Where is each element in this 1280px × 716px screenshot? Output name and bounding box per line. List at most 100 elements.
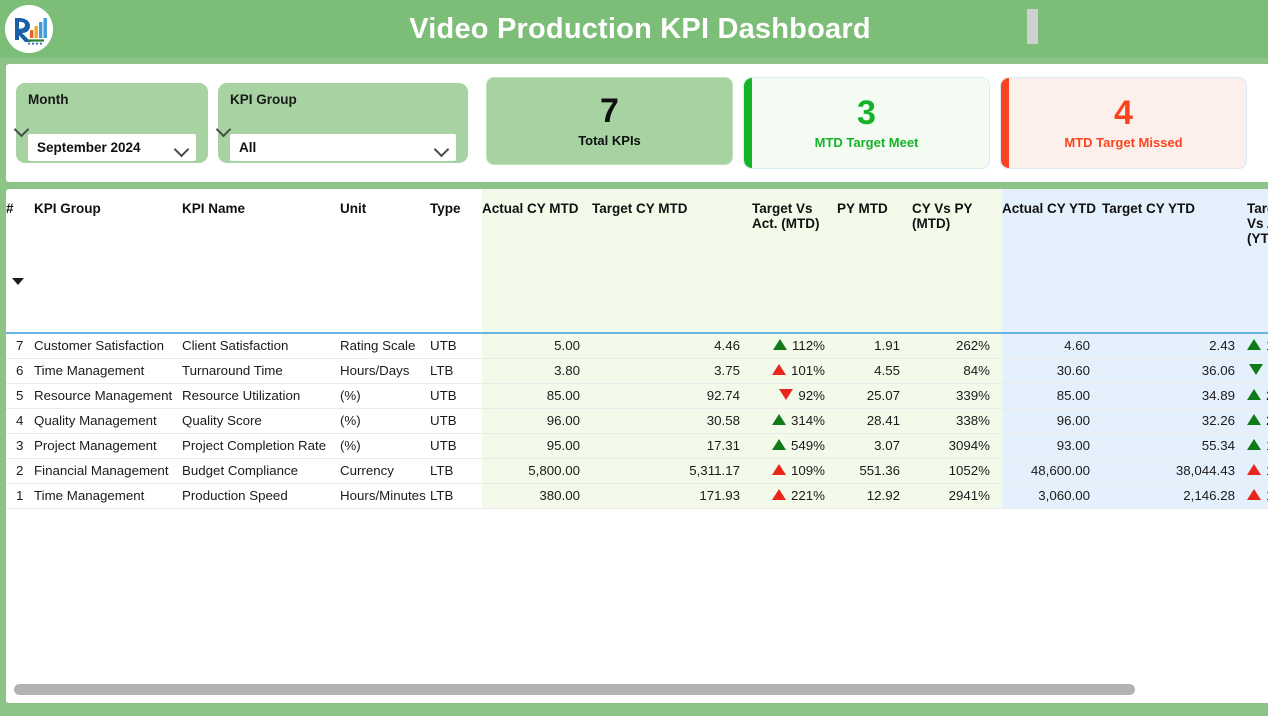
cell-kpi-name: Turnaround Time (182, 358, 340, 384)
page-title: Video Production KPI Dashboard (409, 12, 871, 45)
cell-actual-cy-mtd: 380.00 (482, 483, 592, 509)
cell-cy-vs-py-mtd: 3094% (912, 433, 1002, 459)
table-row[interactable]: 7 Customer Satisfaction Client Satisfactio… (6, 333, 1274, 359)
sort-descending-caret-icon[interactable] (6, 261, 482, 334)
cell-target-vs-act-mtd: 314% (752, 408, 837, 434)
cell-type: UTB (430, 383, 482, 409)
cell-actual-cy-ytd: 96.00 (1002, 408, 1102, 434)
triangle-down-icon (779, 388, 794, 400)
cell-target-vs-act-mtd: 112% (752, 333, 837, 359)
cell-cy-vs-py-mtd: 339% (912, 383, 1002, 409)
col-header-target-cy-ytd[interactable]: Target CY YTD (1102, 189, 1247, 261)
cell-actual-cy-mtd: 5,800.00 (482, 458, 592, 484)
cell-cy-vs-py-mtd: 1052% (912, 458, 1002, 484)
card-total-kpis[interactable]: 7 Total KPIs (486, 77, 733, 165)
col-header-py-mtd[interactable]: PY MTD (837, 189, 912, 261)
cell-target-vs-act-mtd: 549% (752, 433, 837, 459)
cell-num: 5 (6, 383, 34, 409)
cell-target-cy-ytd: 32.26 (1102, 408, 1247, 434)
card-mtd-target-missed[interactable]: 4 MTD Target Missed (1000, 77, 1247, 169)
cell-unit: (%) (340, 433, 430, 459)
chevron-down-icon[interactable] (15, 124, 28, 132)
slicer-month[interactable]: Month September 2024 (16, 83, 208, 163)
cell-py-mtd: 12.92 (837, 483, 912, 509)
card-mtd-target-meet[interactable]: 3 MTD Target Meet (743, 77, 990, 169)
chevron-down-icon[interactable] (435, 144, 448, 152)
cell-target-cy-mtd: 4.46 (592, 333, 752, 359)
card-mtd-target-meet-value: 3 (857, 93, 876, 132)
triangle-up-icon (771, 413, 786, 425)
triangle-up-icon (1247, 388, 1261, 400)
table-row[interactable]: 1 Time Management Production Speed Hours/Mi… (6, 483, 1274, 509)
col-header-actual-cy-mtd[interactable]: Actual CY MTD (482, 189, 592, 261)
kpi-table: # KPI Group KPI Name Unit Type Actual CY… (6, 189, 1274, 509)
cell-unit: Currency (340, 458, 430, 484)
cell-target-cy-mtd: 3.75 (592, 358, 752, 384)
kpi-table-header: # KPI Group KPI Name Unit Type Actual CY… (6, 189, 1274, 334)
table-row[interactable]: 2 Financial Management Budget Compliance Cu… (6, 458, 1274, 484)
slicer-kpi-group-dropdown[interactable]: All (230, 134, 456, 161)
triangle-up-icon (772, 338, 787, 350)
filters-and-kpi-cards-panel: Month September 2024 KPI Group All 7 Tot… (6, 64, 1274, 182)
cell-target-cy-mtd: 5,311.17 (592, 458, 752, 484)
col-header-unit[interactable]: Unit (340, 189, 430, 261)
horizontal-scrollbar-thumb[interactable] (14, 684, 1135, 695)
col-header-actual-cy-ytd[interactable]: Actual CY YTD (1002, 189, 1102, 261)
table-row[interactable]: 5 Resource Management Resource Utilization… (6, 383, 1274, 409)
chevron-down-icon[interactable] (175, 144, 188, 152)
cell-target-cy-mtd: 30.58 (592, 408, 752, 434)
cell-unit: Rating Scale (340, 333, 430, 359)
cell-kpi-group: Customer Satisfaction (34, 333, 182, 359)
cell-unit: (%) (340, 383, 430, 409)
cell-target-cy-ytd: 34.89 (1102, 383, 1247, 409)
triangle-up-icon (771, 463, 786, 475)
cell-cy-vs-py-mtd: 84% (912, 358, 1002, 384)
cell-target-cy-mtd: 17.31 (592, 433, 752, 459)
col-header-type[interactable]: Type (430, 189, 482, 261)
cell-type: UTB (430, 333, 482, 359)
cell-py-mtd: 4.55 (837, 358, 912, 384)
table-row[interactable]: 4 Quality Management Quality Score (%) UTB 96… (6, 408, 1274, 434)
col-header-target-cy-mtd[interactable]: Target CY MTD (592, 189, 752, 261)
col-header-cy-vs-py-mtd[interactable]: CY Vs PY (MTD) (912, 189, 1002, 261)
chevron-down-icon[interactable] (217, 124, 230, 132)
cell-target-vs-act-mtd: 109% (752, 458, 837, 484)
col-header-kpi-group[interactable]: KPI Group (34, 189, 182, 261)
card-mtd-target-meet-label: MTD Target Meet (814, 135, 919, 151)
card-accent-bar (744, 78, 752, 168)
cell-cy-vs-py-mtd: 338% (912, 408, 1002, 434)
cell-type: UTB (430, 433, 482, 459)
cell-num: 4 (6, 408, 34, 434)
cell-num: 3 (6, 433, 34, 459)
right-edge-strip (1268, 0, 1280, 716)
col-header-num[interactable]: # (6, 189, 34, 261)
cell-target-cy-ytd: 2.43 (1102, 333, 1247, 359)
cell-target-cy-ytd: 2,146.28 (1102, 483, 1247, 509)
kpi-table-panel: # KPI Group KPI Name Unit Type Actual CY… (6, 189, 1274, 703)
horizontal-scrollbar[interactable] (14, 684, 1266, 695)
cell-type: LTB (430, 358, 482, 384)
slicer-month-dropdown[interactable]: September 2024 (28, 134, 196, 161)
cell-kpi-group: Resource Management (34, 383, 182, 409)
slicer-kpi-group[interactable]: KPI Group All (218, 83, 468, 163)
sort-caret-glyph (12, 278, 24, 285)
cell-py-mtd: 551.36 (837, 458, 912, 484)
triangle-up-icon (1247, 438, 1261, 450)
triangle-up-icon (771, 438, 786, 450)
cell-py-mtd: 3.07 (837, 433, 912, 459)
text-cursor-icon (1027, 9, 1038, 44)
card-mtd-target-missed-value: 4 (1114, 93, 1133, 132)
kpi-bar-chart-logo-icon (5, 5, 53, 53)
cell-actual-cy-mtd: 95.00 (482, 433, 592, 459)
cell-kpi-name: Client Satisfaction (182, 333, 340, 359)
col-header-target-vs-act-mtd[interactable]: Target Vs Act. (MTD) (752, 189, 837, 261)
cell-type: LTB (430, 483, 482, 509)
col-header-kpi-name[interactable]: KPI Name (182, 189, 340, 261)
card-total-kpis-value: 7 (600, 91, 619, 130)
table-row[interactable]: 3 Project Management Project Completion Ra… (6, 433, 1274, 459)
cell-actual-cy-mtd: 3.80 (482, 358, 592, 384)
table-row[interactable]: 6 Time Management Turnaround Time Hours/Day… (6, 358, 1274, 384)
cell-kpi-name: Quality Score (182, 408, 340, 434)
cell-num: 7 (6, 333, 34, 359)
cell-kpi-name: Resource Utilization (182, 383, 340, 409)
